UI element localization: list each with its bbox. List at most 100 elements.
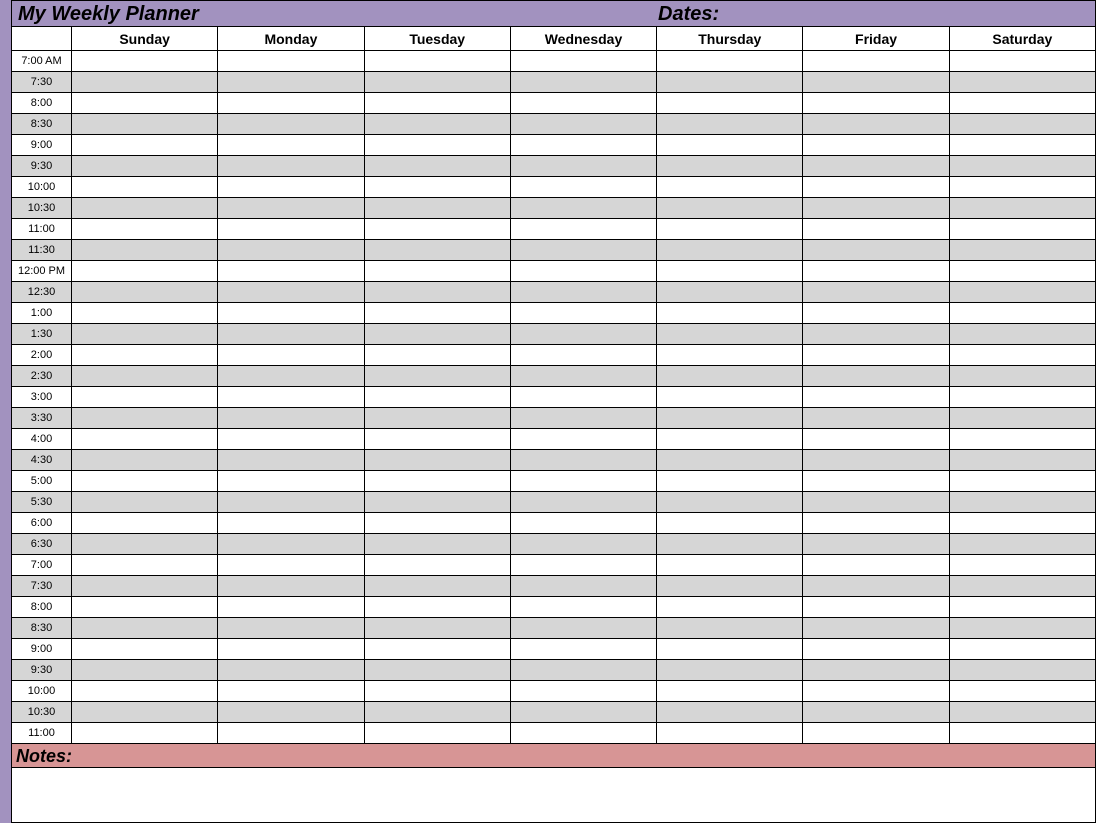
notes-area[interactable] — [11, 768, 1096, 823]
planner-slot[interactable] — [218, 345, 364, 366]
planner-slot[interactable] — [72, 261, 218, 282]
planner-slot[interactable] — [72, 345, 218, 366]
planner-slot[interactable] — [949, 156, 1095, 177]
planner-slot[interactable] — [657, 114, 803, 135]
planner-slot[interactable] — [657, 513, 803, 534]
planner-slot[interactable] — [949, 660, 1095, 681]
planner-slot[interactable] — [72, 282, 218, 303]
planner-slot[interactable] — [510, 240, 656, 261]
planner-slot[interactable] — [949, 618, 1095, 639]
planner-slot[interactable] — [218, 303, 364, 324]
planner-slot[interactable] — [510, 114, 656, 135]
planner-slot[interactable] — [364, 135, 510, 156]
planner-slot[interactable] — [72, 702, 218, 723]
planner-slot[interactable] — [657, 303, 803, 324]
planner-slot[interactable] — [364, 177, 510, 198]
planner-slot[interactable] — [218, 72, 364, 93]
planner-slot[interactable] — [510, 492, 656, 513]
planner-slot[interactable] — [657, 681, 803, 702]
planner-slot[interactable] — [803, 492, 949, 513]
planner-slot[interactable] — [218, 114, 364, 135]
planner-slot[interactable] — [218, 576, 364, 597]
planner-slot[interactable] — [657, 366, 803, 387]
planner-slot[interactable] — [657, 345, 803, 366]
planner-slot[interactable] — [657, 177, 803, 198]
planner-slot[interactable] — [657, 408, 803, 429]
planner-slot[interactable] — [72, 639, 218, 660]
planner-slot[interactable] — [218, 366, 364, 387]
planner-slot[interactable] — [949, 555, 1095, 576]
planner-slot[interactable] — [364, 387, 510, 408]
planner-slot[interactable] — [72, 471, 218, 492]
planner-slot[interactable] — [657, 702, 803, 723]
planner-slot[interactable] — [803, 135, 949, 156]
planner-slot[interactable] — [364, 618, 510, 639]
planner-slot[interactable] — [510, 282, 656, 303]
planner-slot[interactable] — [657, 555, 803, 576]
planner-slot[interactable] — [949, 429, 1095, 450]
planner-slot[interactable] — [364, 303, 510, 324]
planner-slot[interactable] — [803, 513, 949, 534]
planner-slot[interactable] — [72, 303, 218, 324]
planner-slot[interactable] — [364, 660, 510, 681]
planner-slot[interactable] — [510, 93, 656, 114]
planner-slot[interactable] — [510, 51, 656, 72]
planner-slot[interactable] — [72, 660, 218, 681]
planner-slot[interactable] — [218, 156, 364, 177]
planner-slot[interactable] — [364, 576, 510, 597]
planner-slot[interactable] — [949, 366, 1095, 387]
planner-slot[interactable] — [72, 555, 218, 576]
planner-slot[interactable] — [218, 387, 364, 408]
planner-slot[interactable] — [218, 282, 364, 303]
planner-slot[interactable] — [949, 534, 1095, 555]
planner-slot[interactable] — [364, 219, 510, 240]
planner-slot[interactable] — [364, 114, 510, 135]
planner-slot[interactable] — [218, 723, 364, 744]
planner-slot[interactable] — [803, 555, 949, 576]
planner-slot[interactable] — [657, 639, 803, 660]
planner-slot[interactable] — [364, 93, 510, 114]
planner-slot[interactable] — [803, 618, 949, 639]
planner-slot[interactable] — [72, 618, 218, 639]
planner-slot[interactable] — [510, 513, 656, 534]
planner-slot[interactable] — [218, 93, 364, 114]
planner-slot[interactable] — [218, 555, 364, 576]
planner-slot[interactable] — [218, 135, 364, 156]
planner-slot[interactable] — [72, 219, 218, 240]
planner-slot[interactable] — [218, 639, 364, 660]
planner-slot[interactable] — [949, 576, 1095, 597]
planner-slot[interactable] — [72, 450, 218, 471]
planner-slot[interactable] — [364, 555, 510, 576]
planner-slot[interactable] — [510, 555, 656, 576]
planner-slot[interactable] — [72, 408, 218, 429]
planner-slot[interactable] — [218, 51, 364, 72]
planner-slot[interactable] — [510, 534, 656, 555]
planner-slot[interactable] — [949, 471, 1095, 492]
planner-slot[interactable] — [72, 177, 218, 198]
planner-slot[interactable] — [657, 387, 803, 408]
planner-slot[interactable] — [949, 723, 1095, 744]
planner-slot[interactable] — [364, 429, 510, 450]
planner-slot[interactable] — [949, 51, 1095, 72]
planner-slot[interactable] — [949, 240, 1095, 261]
planner-slot[interactable] — [949, 702, 1095, 723]
planner-slot[interactable] — [72, 156, 218, 177]
planner-slot[interactable] — [803, 93, 949, 114]
planner-slot[interactable] — [364, 702, 510, 723]
planner-slot[interactable] — [803, 219, 949, 240]
planner-slot[interactable] — [218, 408, 364, 429]
planner-slot[interactable] — [949, 198, 1095, 219]
planner-slot[interactable] — [218, 702, 364, 723]
planner-slot[interactable] — [218, 324, 364, 345]
planner-slot[interactable] — [364, 156, 510, 177]
planner-slot[interactable] — [72, 72, 218, 93]
planner-slot[interactable] — [218, 534, 364, 555]
planner-slot[interactable] — [510, 135, 656, 156]
planner-slot[interactable] — [510, 681, 656, 702]
planner-slot[interactable] — [803, 72, 949, 93]
planner-slot[interactable] — [803, 408, 949, 429]
planner-slot[interactable] — [657, 72, 803, 93]
planner-slot[interactable] — [949, 408, 1095, 429]
planner-slot[interactable] — [657, 723, 803, 744]
planner-slot[interactable] — [510, 450, 656, 471]
